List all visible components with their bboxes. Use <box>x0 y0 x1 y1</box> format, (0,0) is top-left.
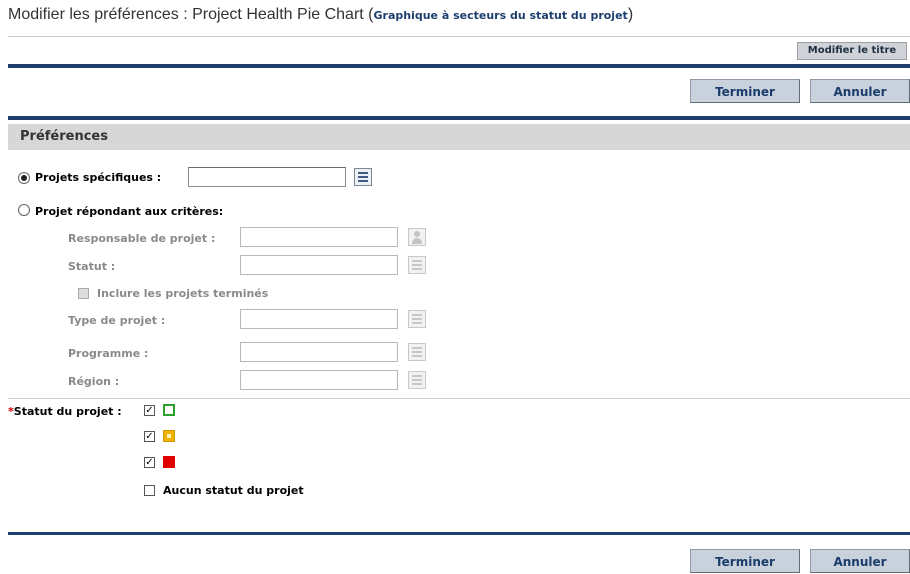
project-type-input[interactable] <box>240 309 398 329</box>
page-title-text: Modifier les préférences : Project Healt… <box>8 6 364 23</box>
edit-title-button[interactable]: Modifier le titre <box>797 42 907 60</box>
include-closed-label: Inclure les projets terminés <box>97 287 269 300</box>
status-list-icon[interactable] <box>408 256 426 274</box>
status-green-icon <box>163 404 175 416</box>
region-label: Région : <box>68 375 120 388</box>
divider-thick <box>8 64 910 68</box>
status-yellow-icon <box>163 430 175 442</box>
status-red-checkbox[interactable]: ✓ <box>144 457 155 468</box>
preferences-section-header: Préférences <box>8 124 910 150</box>
cancel-button-bottom[interactable]: Annuler <box>810 549 910 573</box>
finish-button-top[interactable]: Terminer <box>690 79 800 103</box>
title-paren-close: ) <box>627 6 634 23</box>
divider <box>8 36 910 37</box>
page-title: Modifier les préférences : Project Healt… <box>8 6 633 24</box>
status-label: Statut : <box>68 260 116 273</box>
divider <box>8 398 910 399</box>
project-manager-label: Responsable de projet : <box>68 232 216 245</box>
status-green-checkbox[interactable]: ✓ <box>144 405 155 416</box>
criteria-projects-radio[interactable] <box>18 204 30 216</box>
specific-projects-list-icon[interactable] <box>354 168 372 186</box>
region-input[interactable] <box>240 370 398 390</box>
specific-projects-label: Projets spécifiques : <box>35 171 162 184</box>
divider-thick <box>8 532 910 535</box>
divider-thick <box>8 116 910 120</box>
status-input[interactable] <box>240 255 398 275</box>
project-manager-input[interactable] <box>240 227 398 247</box>
project-status-label: *Statut du projet : <box>8 405 122 418</box>
project-type-list-icon[interactable] <box>408 310 426 328</box>
finish-button-bottom[interactable]: Terminer <box>690 549 800 573</box>
no-status-checkbox[interactable] <box>144 485 155 496</box>
program-label: Programme : <box>68 347 149 360</box>
project-status-label-text: Statut du projet : <box>13 405 122 418</box>
specific-projects-input[interactable] <box>188 167 346 187</box>
include-closed-checkbox[interactable] <box>78 288 89 299</box>
specific-projects-radio[interactable] <box>18 172 30 184</box>
status-yellow-checkbox[interactable]: ✓ <box>144 431 155 442</box>
user-picker-icon[interactable] <box>408 228 426 246</box>
status-red-icon <box>163 456 175 468</box>
program-input[interactable] <box>240 342 398 362</box>
region-list-icon[interactable] <box>408 371 426 389</box>
cancel-button-top[interactable]: Annuler <box>810 79 910 103</box>
page-subtitle: Graphique à secteurs du statut du projet <box>373 9 628 22</box>
section-title: Préférences <box>20 129 108 144</box>
criteria-projects-label: Projet répondant aux critères: <box>35 205 224 218</box>
no-status-label: Aucun statut du projet <box>163 484 304 497</box>
project-type-label: Type de projet : <box>68 314 166 327</box>
program-list-icon[interactable] <box>408 343 426 361</box>
